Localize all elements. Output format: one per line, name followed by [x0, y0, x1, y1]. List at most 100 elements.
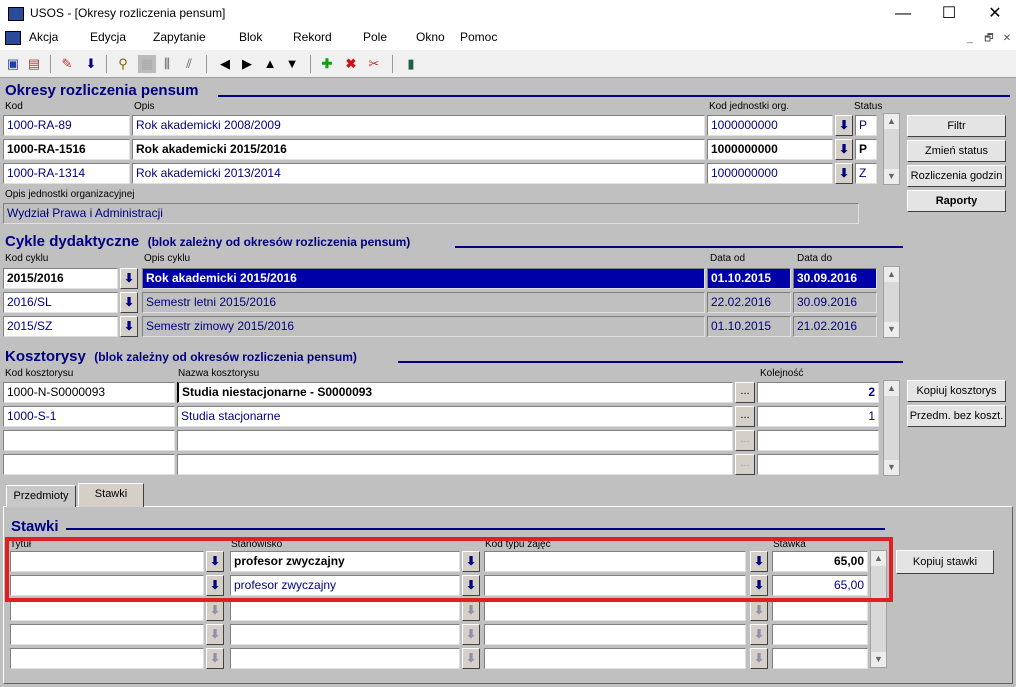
- edit-icon[interactable]: ✎: [58, 55, 76, 73]
- maximize-window-button[interactable]: ☐: [926, 0, 972, 28]
- filtr-button[interactable]: Filtr: [907, 115, 1006, 137]
- tab-przedmioty[interactable]: Przedmioty: [6, 485, 76, 507]
- okres-jedn-lov-button[interactable]: ⬇: [835, 139, 853, 160]
- cykl-kod-lov-button[interactable]: ⬇: [120, 268, 138, 289]
- okres-kod-field[interactable]: 1000-RA-89: [3, 115, 130, 136]
- okresy-scrollbar[interactable]: ▲ ▼: [883, 113, 900, 185]
- cykl-kod-lov-button[interactable]: ⬇: [120, 292, 138, 313]
- stawka-stanowisko-lov-button[interactable]: ⬇: [462, 648, 480, 669]
- next-block-icon[interactable]: ▶: [238, 55, 256, 73]
- menu-edycja[interactable]: Edycja: [90, 30, 126, 44]
- cykl-do-field[interactable]: 30.09.2016: [793, 268, 877, 289]
- kopiuj-stawki-button[interactable]: Kopiuj stawki: [896, 550, 994, 574]
- cykl-kod-field[interactable]: 2016/SL: [3, 292, 118, 313]
- menu-zapytanie[interactable]: Zapytanie: [153, 30, 206, 44]
- stawka-kod-typu-field[interactable]: [484, 624, 746, 645]
- okres-jedn-field[interactable]: 1000000000: [707, 163, 833, 184]
- stawka-kod-typu-field[interactable]: [484, 648, 746, 669]
- stawka-kod-typu-lov-button[interactable]: ⬇: [750, 624, 768, 645]
- mdi-document-icon[interactable]: [5, 31, 21, 45]
- stawka-kod-typu-lov-button[interactable]: ⬇: [750, 575, 768, 596]
- menu-pomoc[interactable]: Pomoc: [460, 30, 497, 44]
- kosztorys-nazwa-field[interactable]: [177, 430, 733, 451]
- clear-record-icon[interactable]: ✂: [365, 55, 383, 73]
- kosztorys-nazwa-more-button[interactable]: ...: [735, 430, 755, 451]
- stawka-tytul-field[interactable]: [10, 575, 204, 596]
- next-record-icon[interactable]: ▼: [283, 55, 301, 73]
- stawka-stanowisko-lov-button[interactable]: ⬇: [462, 551, 480, 572]
- raporty-button[interactable]: Raporty: [907, 190, 1006, 212]
- stats-icon[interactable]: ⫽: [180, 55, 198, 73]
- tab-stawki[interactable]: Stawki: [78, 483, 144, 507]
- cykl-kod-field[interactable]: 2015/SZ: [3, 316, 118, 337]
- menu-akcja[interactable]: Akcja: [29, 30, 58, 44]
- cykl-od-field[interactable]: 22.02.2016: [707, 292, 791, 313]
- stawka-value-field[interactable]: [772, 624, 868, 645]
- zmien-status-button[interactable]: Zmień status: [907, 140, 1006, 162]
- okres-status-field[interactable]: P: [855, 115, 877, 136]
- stawka-tytul-lov-button[interactable]: ⬇: [206, 575, 224, 596]
- okres-jedn-field[interactable]: 1000000000: [707, 139, 833, 160]
- scroll-up-icon[interactable]: ▲: [884, 267, 899, 282]
- stawka-tytul-field[interactable]: [10, 624, 204, 645]
- przedm-bez-koszt-button[interactable]: Przedm. bez koszt.: [907, 405, 1006, 427]
- cykl-do-field[interactable]: 21.02.2016: [793, 316, 877, 337]
- kosztorys-nazwa-more-button[interactable]: ...: [735, 382, 755, 403]
- stawka-tytul-lov-button[interactable]: ⬇: [206, 648, 224, 669]
- kosztorys-kolejnosc-field[interactable]: [757, 454, 879, 475]
- stawka-tytul-field[interactable]: [10, 551, 204, 572]
- prev-record-icon[interactable]: ▲: [261, 55, 279, 73]
- stawka-kod-typu-field[interactable]: [484, 575, 746, 596]
- minimize-window-button[interactable]: —: [880, 0, 926, 28]
- kopiuj-kosztorys-button[interactable]: Kopiuj kosztorys: [907, 380, 1006, 402]
- delete-record-icon[interactable]: ✖: [342, 55, 360, 73]
- okres-opis-field[interactable]: Rok akademicki 2013/2014: [132, 163, 705, 184]
- kosztorys-kod-field[interactable]: 1000-S-1: [3, 406, 175, 427]
- kosztorys-kod-field[interactable]: [3, 430, 175, 451]
- stawka-value-field[interactable]: [772, 600, 868, 621]
- stawka-kod-typu-lov-button[interactable]: ⬇: [750, 600, 768, 621]
- scroll-down-icon[interactable]: ▼: [884, 322, 899, 337]
- stawka-kod-typu-lov-button[interactable]: ⬇: [750, 551, 768, 572]
- download-icon[interactable]: ⬇: [82, 55, 100, 73]
- stawka-stanowisko-lov-button[interactable]: ⬇: [462, 624, 480, 645]
- stawka-kod-typu-field[interactable]: [484, 600, 746, 621]
- enter-query-icon[interactable]: ⚲: [114, 55, 132, 73]
- close-window-button[interactable]: ✕: [972, 0, 1016, 28]
- kosztorys-kolejnosc-field[interactable]: 2: [757, 382, 879, 403]
- cykle-scrollbar[interactable]: ▲ ▼: [883, 266, 900, 338]
- okres-jedn-lov-button[interactable]: ⬇: [835, 115, 853, 136]
- okres-jedn-lov-button[interactable]: ⬇: [835, 163, 853, 184]
- scroll-down-icon[interactable]: ▼: [884, 169, 899, 184]
- mdi-close-button[interactable]: ✕: [1000, 32, 1014, 46]
- kosztorys-nazwa-more-button[interactable]: ...: [735, 454, 755, 475]
- menu-pole[interactable]: Pole: [363, 30, 387, 44]
- save-icon[interactable]: ▣: [4, 55, 22, 73]
- kosztorys-nazwa-more-button[interactable]: ...: [735, 406, 755, 427]
- count-icon[interactable]: ⫼: [158, 55, 176, 73]
- stawka-stanowisko-field[interactable]: [230, 624, 460, 645]
- scroll-up-icon[interactable]: ▲: [871, 551, 886, 566]
- okres-opis-field[interactable]: Rok akademicki 2015/2016: [132, 139, 705, 160]
- scroll-down-icon[interactable]: ▼: [871, 652, 886, 667]
- okres-kod-field[interactable]: 1000-RA-1314: [3, 163, 130, 184]
- stawka-kod-typu-lov-button[interactable]: ⬇: [750, 648, 768, 669]
- cykl-od-field[interactable]: 01.10.2015: [707, 268, 791, 289]
- kosztorys-nazwa-field[interactable]: [177, 454, 733, 475]
- okres-kod-field[interactable]: 1000-RA-1516: [3, 139, 130, 160]
- rozliczenia-godzin-button[interactable]: Rozliczenia godzin: [907, 165, 1006, 187]
- kosztorys-nazwa-field[interactable]: Studia stacjonarne: [177, 406, 733, 427]
- stawka-stanowisko-field[interactable]: [230, 600, 460, 621]
- cykl-opis-field[interactable]: Semestr zimowy 2015/2016: [142, 316, 705, 337]
- kosztorys-kod-field[interactable]: 1000-N-S0000093: [3, 382, 175, 403]
- stawka-tytul-field[interactable]: [10, 648, 204, 669]
- kosztorysy-scrollbar[interactable]: ▲ ▼: [883, 380, 900, 476]
- cykl-od-field[interactable]: 01.10.2015: [707, 316, 791, 337]
- stawka-tytul-lov-button[interactable]: ⬇: [206, 551, 224, 572]
- kosztorys-kolejnosc-field[interactable]: 1: [757, 406, 879, 427]
- cykl-kod-field[interactable]: 2015/2016: [3, 268, 118, 289]
- stawka-stanowisko-lov-button[interactable]: ⬇: [462, 600, 480, 621]
- cykl-opis-field[interactable]: Semestr letni 2015/2016: [142, 292, 705, 313]
- prev-block-icon[interactable]: ◀: [216, 55, 234, 73]
- exit-icon[interactable]: ▮: [402, 55, 420, 73]
